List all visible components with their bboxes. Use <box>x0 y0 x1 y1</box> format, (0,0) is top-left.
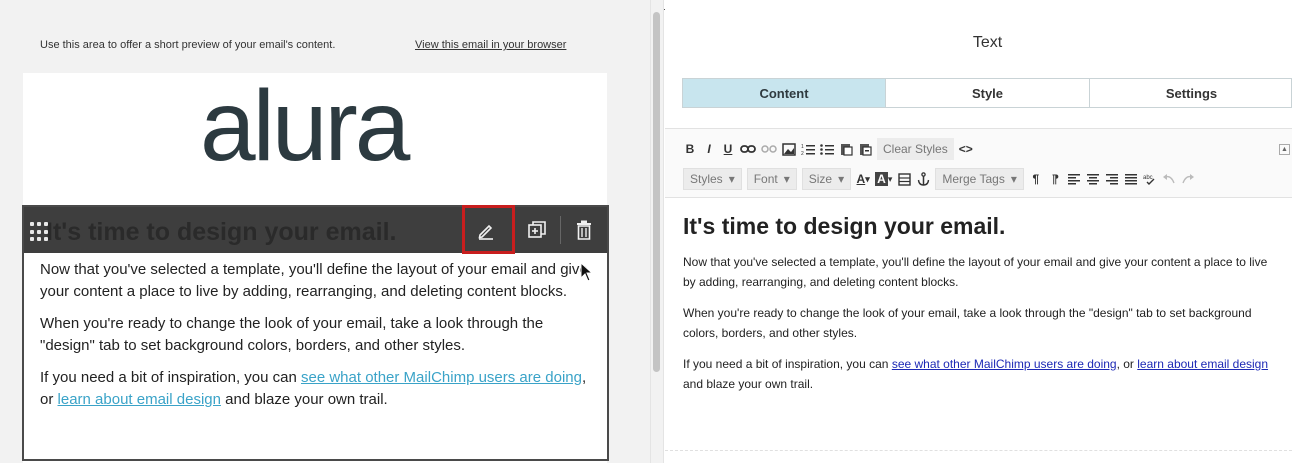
duplicate-icon <box>528 221 546 238</box>
table-icon <box>898 172 911 186</box>
pilcrow-reverse-icon: ¶ <box>1051 172 1059 186</box>
tab-settings[interactable]: Settings <box>1090 79 1292 107</box>
editor-paragraph-3: If you need a bit of inspiration, you ca… <box>683 357 1269 391</box>
paste-word-icon <box>859 144 872 156</box>
trash-icon <box>577 220 591 240</box>
align-left-button[interactable] <box>1067 169 1081 189</box>
block-paragraph-1: Now that you've selected a template, you… <box>40 261 588 300</box>
toolbar-collapse-icon[interactable]: ▲ <box>1279 144 1290 155</box>
svg-text:1: 1 <box>801 144 804 150</box>
align-center-button[interactable] <box>1086 169 1100 189</box>
block-paragraph-2: When you're ready to change the look of … <box>40 315 544 354</box>
link-button[interactable] <box>740 139 756 159</box>
align-justify-icon <box>1124 173 1137 184</box>
editor-bottom-border <box>665 450 1292 451</box>
drag-handle-icon[interactable] <box>30 222 50 242</box>
numbered-list-button[interactable]: 12 <box>801 139 815 159</box>
link-icon <box>740 145 756 153</box>
editor-content[interactable]: It's time to design your email. Now that… <box>683 213 1283 405</box>
toolbar-row-2: Styles ▾ Font ▾ Size ▾ A ▾ A ▾ Merge Tags ▾ ¶ … <box>683 168 1195 190</box>
block-paragraph-3: If you need a bit of inspiration, you ca… <box>40 369 587 408</box>
preview-scrollbar-thumb[interactable] <box>653 12 660 372</box>
chevron-down-icon: ▾ <box>783 172 790 186</box>
selected-text-block[interactable]: It's time to design your email. Now that… <box>22 205 609 461</box>
email-preview-pane: Use this area to offer a short preview o… <box>0 0 650 463</box>
panel-tabs: Content Style Settings <box>682 78 1292 108</box>
editor-paragraph-2: When you're ready to change the look of … <box>683 306 1252 340</box>
align-justify-button[interactable] <box>1124 169 1138 189</box>
delete-block-button[interactable] <box>559 207 609 253</box>
paste-word-button[interactable] <box>858 139 872 159</box>
source-button[interactable]: <> <box>959 139 973 159</box>
toolbar-row-1: B I U 12 Clear Styles <> <box>683 138 973 160</box>
size-dropdown[interactable]: Size ▾ <box>801 168 852 190</box>
numbered-list-icon: 12 <box>801 144 815 156</box>
clear-styles-button[interactable]: Clear Styles <box>877 138 954 160</box>
underline-button[interactable]: U <box>721 139 735 159</box>
pilcrow-icon: ¶ <box>1032 172 1040 186</box>
anchor-button[interactable] <box>916 169 930 189</box>
mouse-cursor-icon <box>580 262 594 282</box>
chevron-down-icon: ▾ <box>865 173 870 184</box>
paragraph-ltr-button[interactable]: ¶ <box>1029 169 1043 189</box>
svg-text:2: 2 <box>801 151 804 156</box>
styles-dropdown[interactable]: Styles ▾ <box>683 168 742 190</box>
chevron-down-icon: ▾ <box>838 172 845 186</box>
block-body: Now that you've selected a template, you… <box>40 259 590 421</box>
redo-icon <box>1182 174 1194 184</box>
align-right-icon <box>1105 173 1118 184</box>
unlink-button[interactable] <box>761 139 777 159</box>
bullet-list-button[interactable] <box>820 139 834 159</box>
editor-heading: It's time to design your email. <box>683 213 1006 239</box>
paragraph-rtl-button[interactable]: ¶ <box>1048 169 1062 189</box>
edit-button-highlight <box>462 205 515 254</box>
chevron-down-icon: ▾ <box>887 173 893 184</box>
merge-tags-dropdown[interactable]: Merge Tags ▾ <box>935 168 1024 190</box>
font-dropdown[interactable]: Font ▾ <box>746 168 797 190</box>
paste-text-icon <box>840 144 853 156</box>
panel-title: Text <box>972 34 1003 51</box>
tab-style[interactable]: Style <box>886 79 1090 107</box>
align-left-icon <box>1067 173 1080 184</box>
block-toolbar: It's time to design your email. <box>24 205 609 254</box>
undo-icon <box>1162 174 1175 184</box>
anchor-icon <box>917 172 930 186</box>
background-color-button[interactable]: A ▾ <box>875 169 892 189</box>
unlink-icon <box>761 145 777 153</box>
spellcheck-icon: abc <box>1143 175 1155 185</box>
image-button[interactable] <box>782 139 796 159</box>
text-editor-panel: Text Content Style Settings B I U 12 Cle… <box>665 0 1292 463</box>
chevron-down-icon: ▾ <box>728 172 735 186</box>
svg-text:abc: abc <box>1143 175 1153 181</box>
paste-text-button[interactable] <box>839 139 853 159</box>
table-button[interactable] <box>897 169 911 189</box>
editor-email-design-link[interactable]: learn about email design <box>1137 357 1268 371</box>
align-center-icon <box>1086 173 1099 184</box>
alura-logo[interactable]: alura <box>200 76 410 176</box>
bullet-list-icon <box>820 143 834 155</box>
chevron-down-icon: ▾ <box>1010 172 1017 186</box>
email-design-link[interactable]: learn about email design <box>58 391 221 408</box>
editor-toolbar: B I U 12 Clear Styles <> Styles ▾ Font ▾ S… <box>665 128 1292 198</box>
undo-button[interactable] <box>1162 169 1176 189</box>
align-right-button[interactable] <box>1105 169 1119 189</box>
preheader-text[interactable]: Use this area to offer a short preview o… <box>40 39 335 51</box>
duplicate-block-button[interactable] <box>512 207 562 253</box>
text-color-button[interactable]: A ▾ <box>856 169 870 189</box>
block-heading: It's time to design your email. <box>46 218 397 246</box>
italic-button[interactable]: I <box>702 139 716 159</box>
bold-button[interactable]: B <box>683 139 697 159</box>
users-doing-link[interactable]: see what other MailChimp users are doing <box>301 369 582 386</box>
editor-paragraph-1: Now that you've selected a template, you… <box>683 255 1268 289</box>
editor-users-doing-link[interactable]: see what other MailChimp users are doing <box>892 357 1117 371</box>
image-icon <box>782 142 796 156</box>
view-in-browser-link[interactable]: View this email in your browser <box>415 39 566 51</box>
email-builder: Use this area to offer a short preview o… <box>0 0 1292 463</box>
redo-button[interactable] <box>1181 169 1195 189</box>
spellcheck-button[interactable]: abc <box>1143 169 1157 189</box>
tab-content[interactable]: Content <box>683 79 886 107</box>
